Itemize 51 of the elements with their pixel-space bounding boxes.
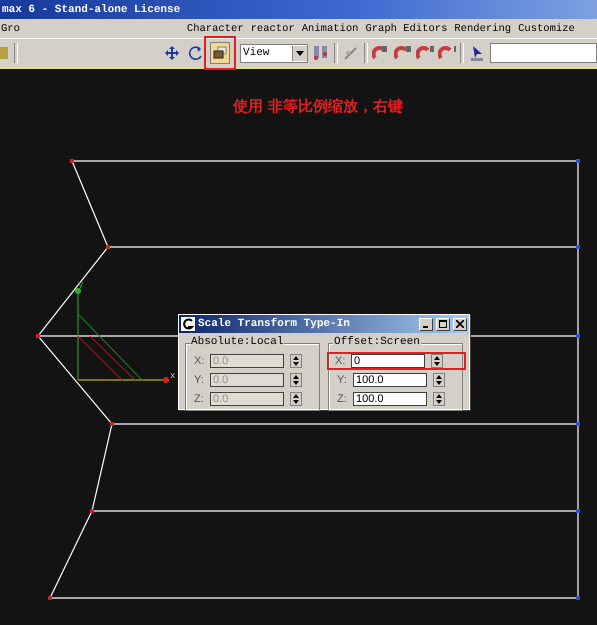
spinner-arrows-icon <box>293 374 299 386</box>
snap-magnet-icon[interactable] <box>372 44 390 62</box>
minimize-button[interactable] <box>419 318 433 330</box>
dropdown-arrow-icon <box>296 50 304 56</box>
axis-label: X: <box>335 355 346 367</box>
menu-item[interactable]: Character <box>186 22 244 34</box>
number-field[interactable]: 100.0 <box>353 373 427 387</box>
menu-item[interactable]: reactor <box>250 22 295 34</box>
axis-label: Z: <box>194 393 205 405</box>
menu-item[interactable]: Graph Editors <box>365 22 448 34</box>
rotate-tool-button[interactable] <box>186 42 206 64</box>
axis-label: Y: <box>194 374 205 386</box>
spinner-arrows-icon <box>434 355 440 367</box>
scale-icon <box>212 45 228 61</box>
snap-magnet-icon[interactable] <box>416 44 434 62</box>
axis-label: Z: <box>337 393 348 405</box>
view-dropdown[interactable]: View <box>240 44 308 62</box>
snap-magnet-icon[interactable] <box>394 44 412 62</box>
axis-label: x <box>170 371 176 381</box>
axis-label: Y: <box>337 374 348 386</box>
group-title: Offset:Screen <box>333 336 421 348</box>
spinner-button[interactable] <box>433 392 445 406</box>
number-field[interactable]: 0 <box>351 354 425 368</box>
menu-item[interactable]: Animation <box>302 22 358 34</box>
dialog-title: Scale Transform Type-In <box>198 318 351 330</box>
maximize-button[interactable] <box>436 318 450 330</box>
axis-label: X: <box>194 355 206 367</box>
spinner-button[interactable] <box>433 373 445 387</box>
group-title: Absolute:Local <box>190 336 284 348</box>
menu-item[interactable]: Rendering <box>454 22 512 34</box>
move-icon <box>164 45 180 61</box>
spinner-arrows-icon <box>436 393 442 405</box>
window-title: max 6 - Stand-alone License <box>2 4 180 16</box>
rotate-icon <box>188 45 204 61</box>
spinner-arrows-icon <box>293 355 299 367</box>
close-icon <box>456 320 464 328</box>
menu-item[interactable]: Customize <box>518 22 575 34</box>
mirror-icon[interactable] <box>312 44 330 62</box>
number-field[interactable]: 100.0 <box>353 392 427 406</box>
close-button[interactable] <box>453 318 467 330</box>
selection-set-field[interactable] <box>490 43 597 63</box>
spinner-button[interactable] <box>431 354 443 368</box>
spinner-arrows-icon <box>293 393 299 405</box>
maximize-icon <box>439 320 447 328</box>
annotation-text: 使用 非等比例缩放，右键 <box>233 97 404 116</box>
select-by-name-icon[interactable] <box>468 44 486 62</box>
axis-label: y <box>78 280 84 290</box>
snap-magnet-icon[interactable] <box>438 44 456 62</box>
menu-item[interactable]: Gro <box>1 22 20 34</box>
app-icon <box>181 317 195 331</box>
spinner-arrows-icon <box>436 374 442 386</box>
